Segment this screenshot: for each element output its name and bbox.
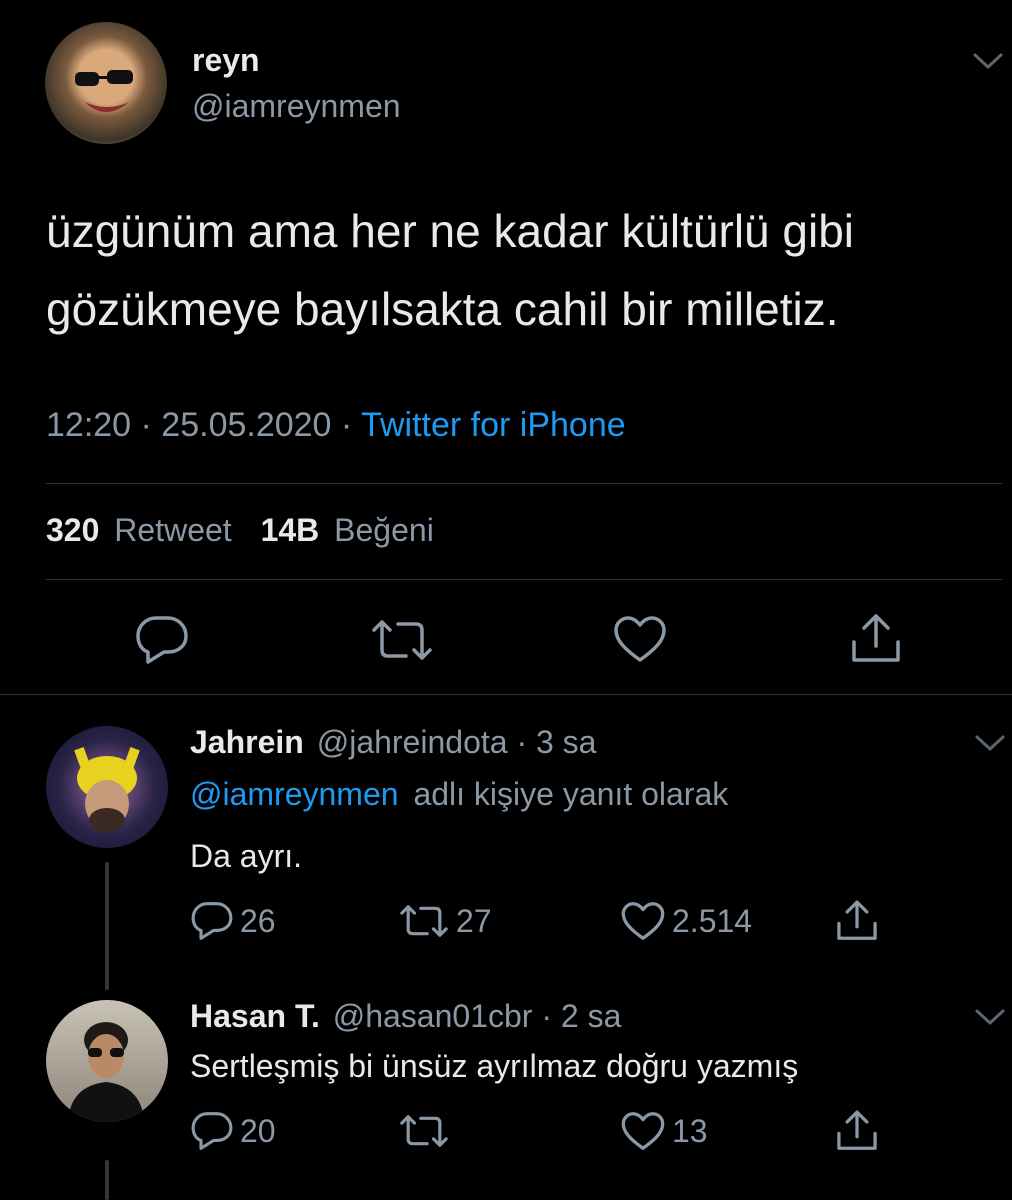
reply-button[interactable]: 20: [190, 1110, 276, 1152]
retweet-icon: [400, 1115, 448, 1147]
reply-handle[interactable]: @hasan01cbr: [333, 998, 533, 1034]
share-button[interactable]: [834, 898, 880, 944]
replying-to: @iamreynmen adlı kişiye yanıt olarak: [190, 776, 728, 813]
share-icon: [837, 1110, 877, 1150]
divider: [0, 694, 1012, 695]
share-button[interactable]: [834, 1108, 880, 1154]
reply-count: 20: [240, 1112, 276, 1149]
retweet-icon: [372, 620, 432, 660]
avatar-main[interactable]: [45, 22, 167, 144]
retweet-button[interactable]: [370, 616, 434, 664]
reply-header: Hasan T. @hasan01cbr · 2 sa: [190, 998, 621, 1035]
avatar-reply-2[interactable]: [46, 1000, 168, 1122]
like-label[interactable]: Beğeni: [334, 512, 434, 548]
divider: [46, 483, 1002, 484]
tweet-source-link[interactable]: Twitter for iPhone: [361, 406, 626, 444]
reply-icon: [191, 1112, 233, 1150]
chevron-down-icon[interactable]: [975, 1008, 1005, 1025]
tweet-meta: 12:20 · 25.05.2020 · Twitter for iPhone: [46, 406, 626, 445]
retweet-count: 27: [456, 902, 492, 939]
replying-to-handle[interactable]: @iamreynmen: [190, 776, 399, 812]
like-icon: [614, 616, 666, 662]
reply-time[interactable]: · 2 sa: [541, 998, 621, 1034]
chevron-down-icon[interactable]: [973, 52, 1003, 69]
retweet-button[interactable]: 27: [398, 902, 492, 940]
tweet-text: üzgünüm ama her ne kadar kültürlü gibi g…: [46, 192, 854, 348]
thread-line: [105, 862, 109, 990]
avatar-reply-1[interactable]: [46, 726, 168, 848]
tweet-text-line-1: üzgünüm ama her ne kadar kültürlü gibi: [46, 205, 855, 257]
reply-handle[interactable]: @jahreindota: [317, 724, 508, 760]
reply-display-name[interactable]: Jahrein: [190, 724, 304, 760]
share-button[interactable]: [848, 612, 904, 666]
like-button[interactable]: 13: [620, 1110, 708, 1152]
tweet-time[interactable]: 12:20 · 25.05.2020 ·: [46, 406, 352, 444]
retweet-icon: [400, 905, 448, 937]
share-icon: [852, 614, 900, 662]
reply-text: Sertleşmiş bi ünsüz ayrılmaz doğru yazmı…: [190, 1048, 799, 1084]
retweet-button[interactable]: [398, 1112, 456, 1150]
tweet-stats: 320 Retweet 14B Beğeni: [46, 512, 434, 549]
chevron-down-icon[interactable]: [975, 734, 1005, 751]
reply-icon: [136, 616, 188, 664]
display-name[interactable]: reyn: [192, 42, 260, 79]
handle[interactable]: @iamreynmen: [192, 88, 401, 125]
reply-button[interactable]: [134, 614, 190, 666]
divider: [46, 579, 1002, 580]
share-icon: [837, 900, 877, 940]
reply-button[interactable]: 26: [190, 900, 276, 942]
thread-line: [105, 1160, 109, 1200]
reply-time[interactable]: · 3 sa: [516, 724, 596, 760]
like-button[interactable]: 2.514: [620, 900, 752, 942]
reply-display-name[interactable]: Hasan T.: [190, 998, 320, 1034]
reply-count: 26: [240, 902, 276, 939]
like-icon: [621, 902, 665, 940]
like-button[interactable]: [612, 614, 668, 664]
reply-icon: [191, 902, 233, 940]
tweet-text-line-2: gözükmeye bayılsakta cahil bir milletiz.: [46, 283, 839, 335]
like-count[interactable]: 14B: [261, 512, 320, 548]
like-count: 2.514: [672, 902, 753, 939]
reply-text: Da ayrı.: [190, 838, 303, 874]
retweet-count[interactable]: 320: [46, 512, 99, 548]
retweet-label[interactable]: Retweet: [114, 512, 231, 548]
replying-to-suffix: adlı kişiye yanıt olarak: [413, 776, 729, 812]
like-icon: [621, 1112, 665, 1150]
reply-header: Jahrein @jahreindota · 3 sa: [190, 724, 596, 761]
like-count: 13: [672, 1112, 708, 1149]
